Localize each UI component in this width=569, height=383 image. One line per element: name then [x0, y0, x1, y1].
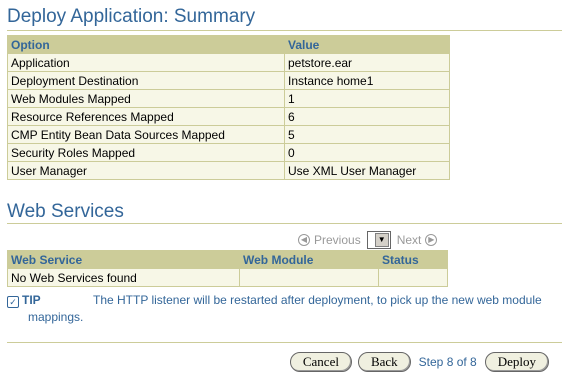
- table-row: Deployment Destination Instance home1: [7, 71, 450, 90]
- table-row: Web Modules Mapped 1: [7, 89, 450, 108]
- column-header-option: Option: [7, 35, 285, 54]
- step-indicator: Step 8 of 8: [418, 355, 477, 369]
- empty-message: No Web Services found: [7, 268, 240, 287]
- previous-label: Previous: [314, 232, 361, 247]
- web-services-table: Web Service Web Module Status No Web Ser…: [7, 250, 448, 287]
- table-row: CMP Entity Bean Data Sources Mapped 5: [7, 125, 450, 144]
- table-header-row: Option Value: [7, 35, 450, 54]
- web-services-divider: [7, 223, 562, 224]
- back-button[interactable]: Back: [357, 352, 411, 372]
- option-cell: Deployment Destination: [7, 71, 285, 90]
- empty-cell: [239, 268, 379, 287]
- option-cell: CMP Entity Bean Data Sources Mapped: [7, 125, 285, 144]
- option-cell: Application: [7, 53, 285, 72]
- table-header-row: Web Service Web Module Status: [7, 250, 448, 269]
- previous-arrow-icon: ◀: [298, 233, 310, 246]
- value-cell: 1: [284, 89, 450, 108]
- table-row: No Web Services found: [7, 268, 448, 287]
- next-link[interactable]: Next ▶: [397, 233, 438, 247]
- column-header-value: Value: [284, 35, 450, 54]
- next-label: Next: [396, 232, 422, 247]
- column-header-web-service: Web Service: [7, 250, 240, 269]
- table-row: Security Roles Mapped 0: [7, 143, 450, 162]
- value-cell: Instance home1: [284, 71, 450, 90]
- column-header-status: Status: [378, 250, 448, 269]
- value-cell: Use XML User Manager: [284, 161, 450, 180]
- value-cell: 5: [284, 125, 450, 144]
- option-cell: Security Roles Mapped: [7, 143, 285, 162]
- option-cell: Resource References Mapped: [7, 107, 285, 126]
- checkmark-icon: ✓: [7, 296, 19, 308]
- table-row: User Manager Use XML User Manager: [7, 161, 450, 180]
- option-cell: Web Modules Mapped: [7, 89, 285, 108]
- previous-link[interactable]: ◀ Previous: [298, 233, 361, 247]
- table-row: Application petstore.ear: [7, 53, 450, 72]
- tip-label: TIP: [22, 293, 41, 307]
- value-cell: 0: [284, 143, 450, 162]
- tip-text: The HTTP listener will be restarted afte…: [28, 293, 542, 324]
- chevron-down-icon: ▼: [374, 232, 389, 247]
- footer-divider: [7, 342, 562, 343]
- page-select[interactable]: ▼: [366, 230, 391, 249]
- value-cell: 6: [284, 107, 450, 126]
- table-row: Resource References Mapped 6: [7, 107, 450, 126]
- title-divider: [7, 30, 562, 31]
- pagination-nav: ◀ Previous ▼ Next ▶: [298, 230, 438, 249]
- web-services-heading: Web Services: [7, 201, 124, 222]
- summary-table: Option Value Application petstore.ear Dep…: [7, 35, 450, 180]
- deploy-button[interactable]: Deploy: [484, 352, 549, 372]
- cancel-button[interactable]: Cancel: [289, 352, 352, 372]
- option-cell: User Manager: [7, 161, 285, 180]
- page-title: Deploy Application: Summary: [7, 6, 256, 27]
- column-header-web-module: Web Module: [239, 250, 379, 269]
- value-cell: petstore.ear: [284, 53, 450, 72]
- next-arrow-icon: ▶: [425, 233, 438, 246]
- empty-cell: [378, 268, 448, 287]
- wizard-footer: Cancel Back Step 8 of 8 Deploy: [289, 351, 549, 373]
- tip-box: ✓ TIP The HTTP listener will be restarted…: [7, 292, 547, 326]
